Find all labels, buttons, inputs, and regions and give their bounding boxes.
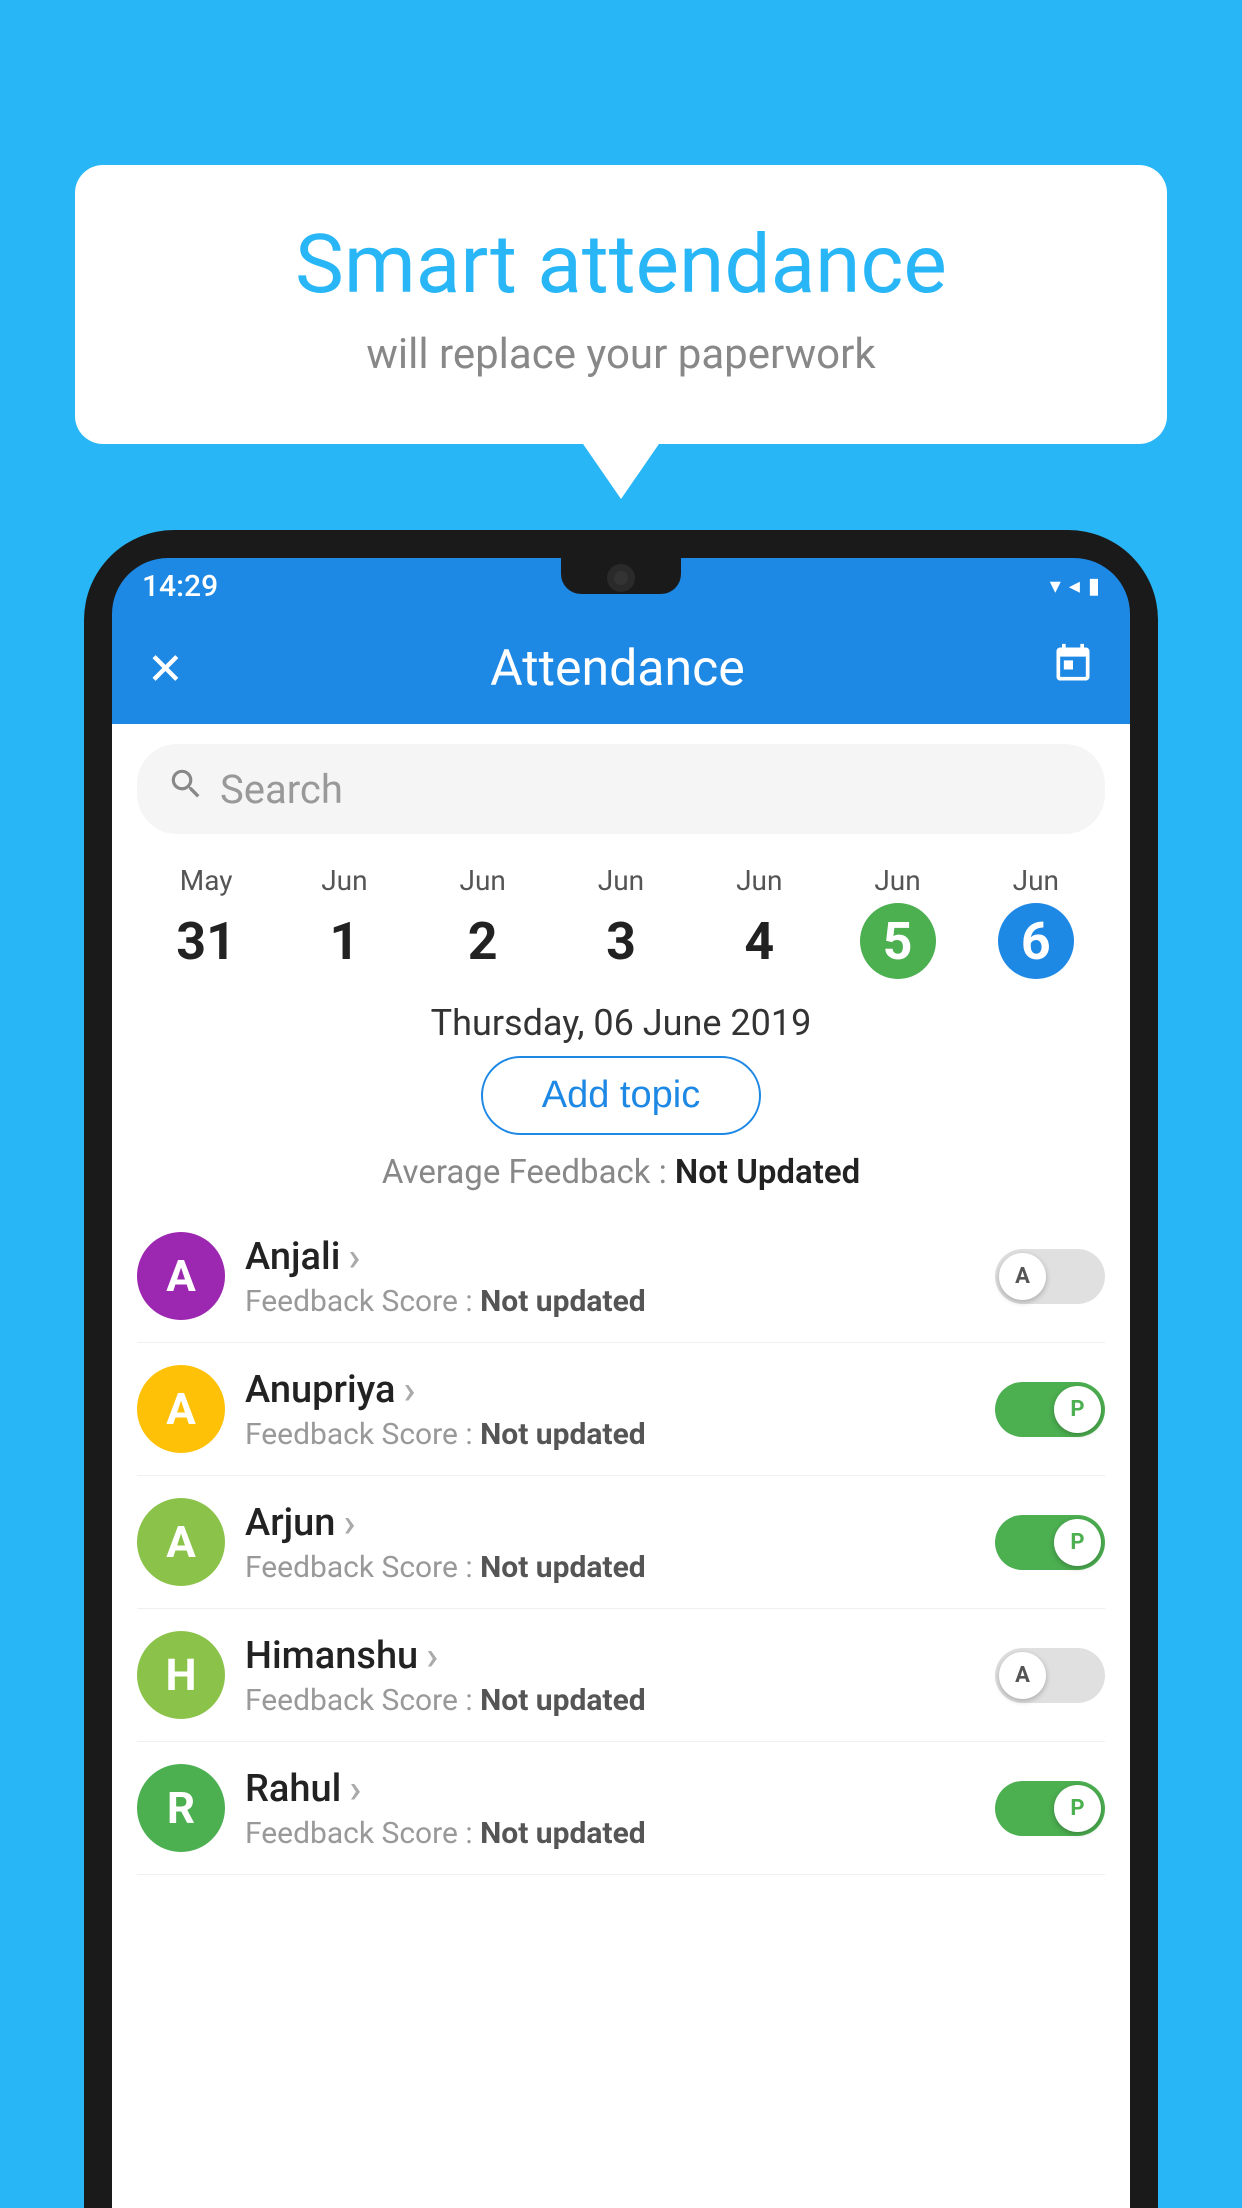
student-name: Himanshu: [245, 1632, 975, 1679]
calendar-day[interactable]: Jun 3: [552, 864, 690, 979]
calendar-day[interactable]: Jun 1: [275, 864, 413, 979]
search-placeholder: Search: [220, 766, 343, 813]
wifi-icon: ▾: [1050, 574, 1061, 599]
calendar-day[interactable]: Jun 4: [690, 864, 828, 979]
app-header: ✕ Attendance: [112, 614, 1130, 724]
calendar-strip: May 31 Jun 1 Jun 2 Jun 3 Jun 4 Jun 5 Jun 6: [112, 854, 1130, 984]
phone-camera: [607, 564, 635, 592]
student-feedback: Feedback Score : Not updated: [245, 1550, 975, 1585]
avg-feedback-value: Not Updated: [675, 1153, 860, 1192]
cal-date-number: 3: [583, 903, 659, 979]
calendar-day[interactable]: Jun 5: [828, 864, 966, 979]
cal-date-number: 2: [445, 903, 521, 979]
search-icon: [167, 765, 205, 813]
student-avatar: A: [137, 1232, 225, 1320]
student-info: Anupriya Feedback Score : Not updated: [245, 1366, 975, 1452]
student-avatar: A: [137, 1365, 225, 1453]
student-avatar: H: [137, 1631, 225, 1719]
cal-month-label: Jun: [414, 864, 552, 897]
cal-date-number: 31: [168, 903, 244, 979]
calendar-day[interactable]: Jun 2: [414, 864, 552, 979]
phone-frame: 14:29 ▾ ◂ ▮ ✕ Attendance Search: [84, 530, 1158, 2208]
student-avatar: A: [137, 1498, 225, 1586]
calendar-day[interactable]: May 31: [137, 864, 275, 979]
calendar-icon[interactable]: [1051, 642, 1095, 697]
cal-month-label: Jun: [690, 864, 828, 897]
status-icons: ▾ ◂ ▮: [1050, 574, 1100, 599]
student-feedback: Feedback Score : Not updated: [245, 1816, 975, 1851]
student-item[interactable]: A Anupriya Feedback Score : Not updated P: [137, 1343, 1105, 1476]
student-info: Rahul Feedback Score : Not updated: [245, 1765, 975, 1851]
student-feedback: Feedback Score : Not updated: [245, 1683, 975, 1718]
attendance-toggle[interactable]: P: [995, 1382, 1105, 1437]
cal-date-number: 5: [860, 903, 936, 979]
header-title: Attendance: [490, 640, 745, 698]
student-item[interactable]: H Himanshu Feedback Score : Not updated A: [137, 1609, 1105, 1742]
student-feedback: Feedback Score : Not updated: [245, 1417, 975, 1452]
calendar-day[interactable]: Jun 6: [967, 864, 1105, 979]
student-info: Arjun Feedback Score : Not updated: [245, 1499, 975, 1585]
student-item[interactable]: A Anjali Feedback Score : Not updated A: [137, 1210, 1105, 1343]
student-item[interactable]: A Arjun Feedback Score : Not updated P: [137, 1476, 1105, 1609]
cal-date-number: 6: [998, 903, 1074, 979]
bubble-title: Smart attendance: [135, 220, 1107, 310]
student-name: Rahul: [245, 1765, 975, 1812]
cal-month-label: May: [137, 864, 275, 897]
phone-screen: ✕ Attendance Search May31Jun1Jun2Jun3Jun…: [112, 614, 1130, 2208]
student-list: AAnjaliFeedback Score : Not updatedAAAnu…: [112, 1210, 1130, 1875]
cal-month-label: Jun: [967, 864, 1105, 897]
cal-date-number: 1: [306, 903, 382, 979]
search-bar[interactable]: Search: [137, 744, 1105, 834]
speech-bubble: Smart attendance will replace your paper…: [75, 165, 1167, 444]
student-info: Anjali Feedback Score : Not updated: [245, 1233, 975, 1319]
student-name: Anjali: [245, 1233, 975, 1280]
cal-month-label: Jun: [828, 864, 966, 897]
attendance-toggle[interactable]: P: [995, 1781, 1105, 1836]
avg-feedback: Average Feedback : Not Updated: [112, 1153, 1130, 1192]
student-item[interactable]: R Rahul Feedback Score : Not updated P: [137, 1742, 1105, 1875]
student-name: Anupriya: [245, 1366, 975, 1413]
status-time: 14:29: [142, 569, 218, 604]
signal-icon: ◂: [1069, 574, 1080, 599]
selected-date: Thursday, 06 June 2019: [112, 1002, 1130, 1044]
avg-feedback-label: Average Feedback :: [382, 1153, 667, 1192]
battery-icon: ▮: [1088, 574, 1100, 599]
cal-date-number: 4: [721, 903, 797, 979]
cal-month-label: Jun: [275, 864, 413, 897]
attendance-toggle[interactable]: A: [995, 1648, 1105, 1703]
attendance-toggle[interactable]: A: [995, 1249, 1105, 1304]
bubble-subtitle: will replace your paperwork: [135, 330, 1107, 379]
add-topic-button[interactable]: Add topic: [481, 1056, 761, 1135]
attendance-toggle[interactable]: P: [995, 1515, 1105, 1570]
cal-month-label: Jun: [552, 864, 690, 897]
close-button[interactable]: ✕: [147, 643, 184, 695]
student-name: Arjun: [245, 1499, 975, 1546]
student-avatar: R: [137, 1764, 225, 1852]
student-info: Himanshu Feedback Score : Not updated: [245, 1632, 975, 1718]
student-feedback: Feedback Score : Not updated: [245, 1284, 975, 1319]
